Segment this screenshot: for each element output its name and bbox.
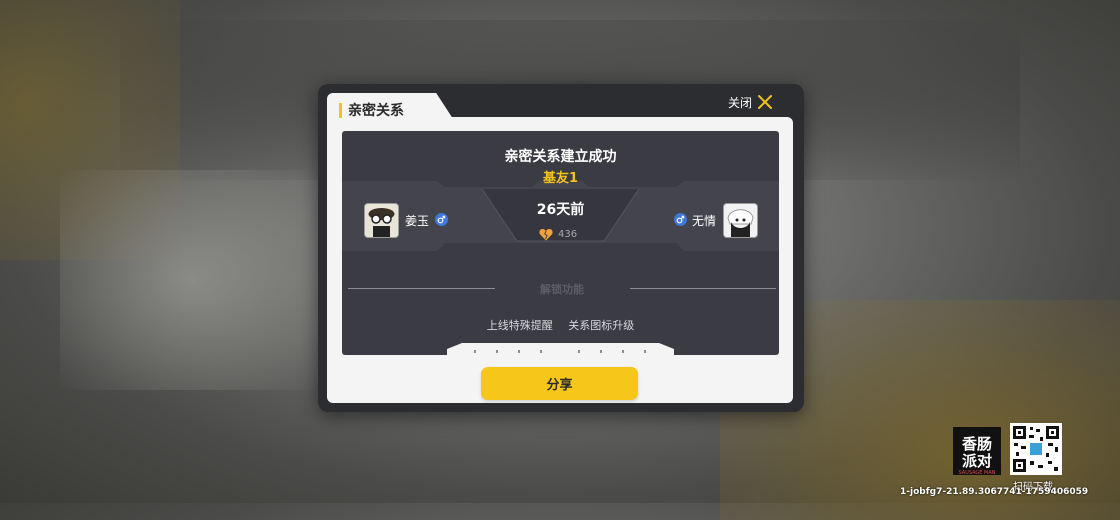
dialog-title: 亲密关系 bbox=[348, 103, 404, 119]
intimacy-row: 436 bbox=[539, 228, 577, 241]
svg-text:派对: 派对 bbox=[962, 452, 992, 470]
watermark-id: 1-jobfg7-21.89.3067741-1759406059 bbox=[900, 487, 1089, 497]
game-logo-icon: 香肠 派对 SAUSAGE MAN bbox=[953, 427, 1001, 476]
broken-heart-icon bbox=[539, 229, 553, 241]
feature-item: 关系图标升级 bbox=[568, 319, 635, 332]
close-label: 关闭 bbox=[728, 95, 753, 110]
player-avatar-icon bbox=[724, 204, 757, 237]
qr-code-icon bbox=[1013, 426, 1059, 472]
background-blur bbox=[60, 170, 320, 390]
svg-text:SAUSAGE MAN: SAUSAGE MAN bbox=[958, 470, 995, 476]
intimacy-value: 436 bbox=[558, 229, 578, 240]
qr-code bbox=[1010, 423, 1062, 475]
title-accent-bar bbox=[339, 103, 342, 118]
svg-text:香肠: 香肠 bbox=[962, 435, 992, 453]
success-headline: 亲密关系建立成功 bbox=[504, 149, 617, 165]
unlock-title: 解锁功能 bbox=[540, 283, 584, 296]
relationship-panel: 亲密关系建立成功 基友1 姜玉 26天前 436 无情 解锁功能 上线特殊提醒 … bbox=[342, 131, 779, 355]
intimacy-dialog: 亲密关系 关闭 亲密关系建立成功 基友1 姜玉 26天前 436 无情 解锁功能… bbox=[318, 84, 804, 412]
relationship-name: 基友1 bbox=[542, 171, 579, 186]
share-button[interactable]: 分享 bbox=[481, 367, 638, 400]
feature-list: 上线特殊提醒 关系图标升级 bbox=[342, 317, 779, 333]
divider-line bbox=[630, 288, 776, 289]
divider-line bbox=[348, 288, 495, 289]
user-right-name: 无情 bbox=[692, 214, 717, 228]
male-icon bbox=[674, 213, 687, 226]
close-button[interactable]: 关闭 bbox=[728, 92, 798, 112]
close-icon bbox=[758, 95, 773, 109]
feature-item: 上线特殊提醒 bbox=[486, 319, 553, 332]
avatar-right[interactable] bbox=[723, 203, 758, 238]
